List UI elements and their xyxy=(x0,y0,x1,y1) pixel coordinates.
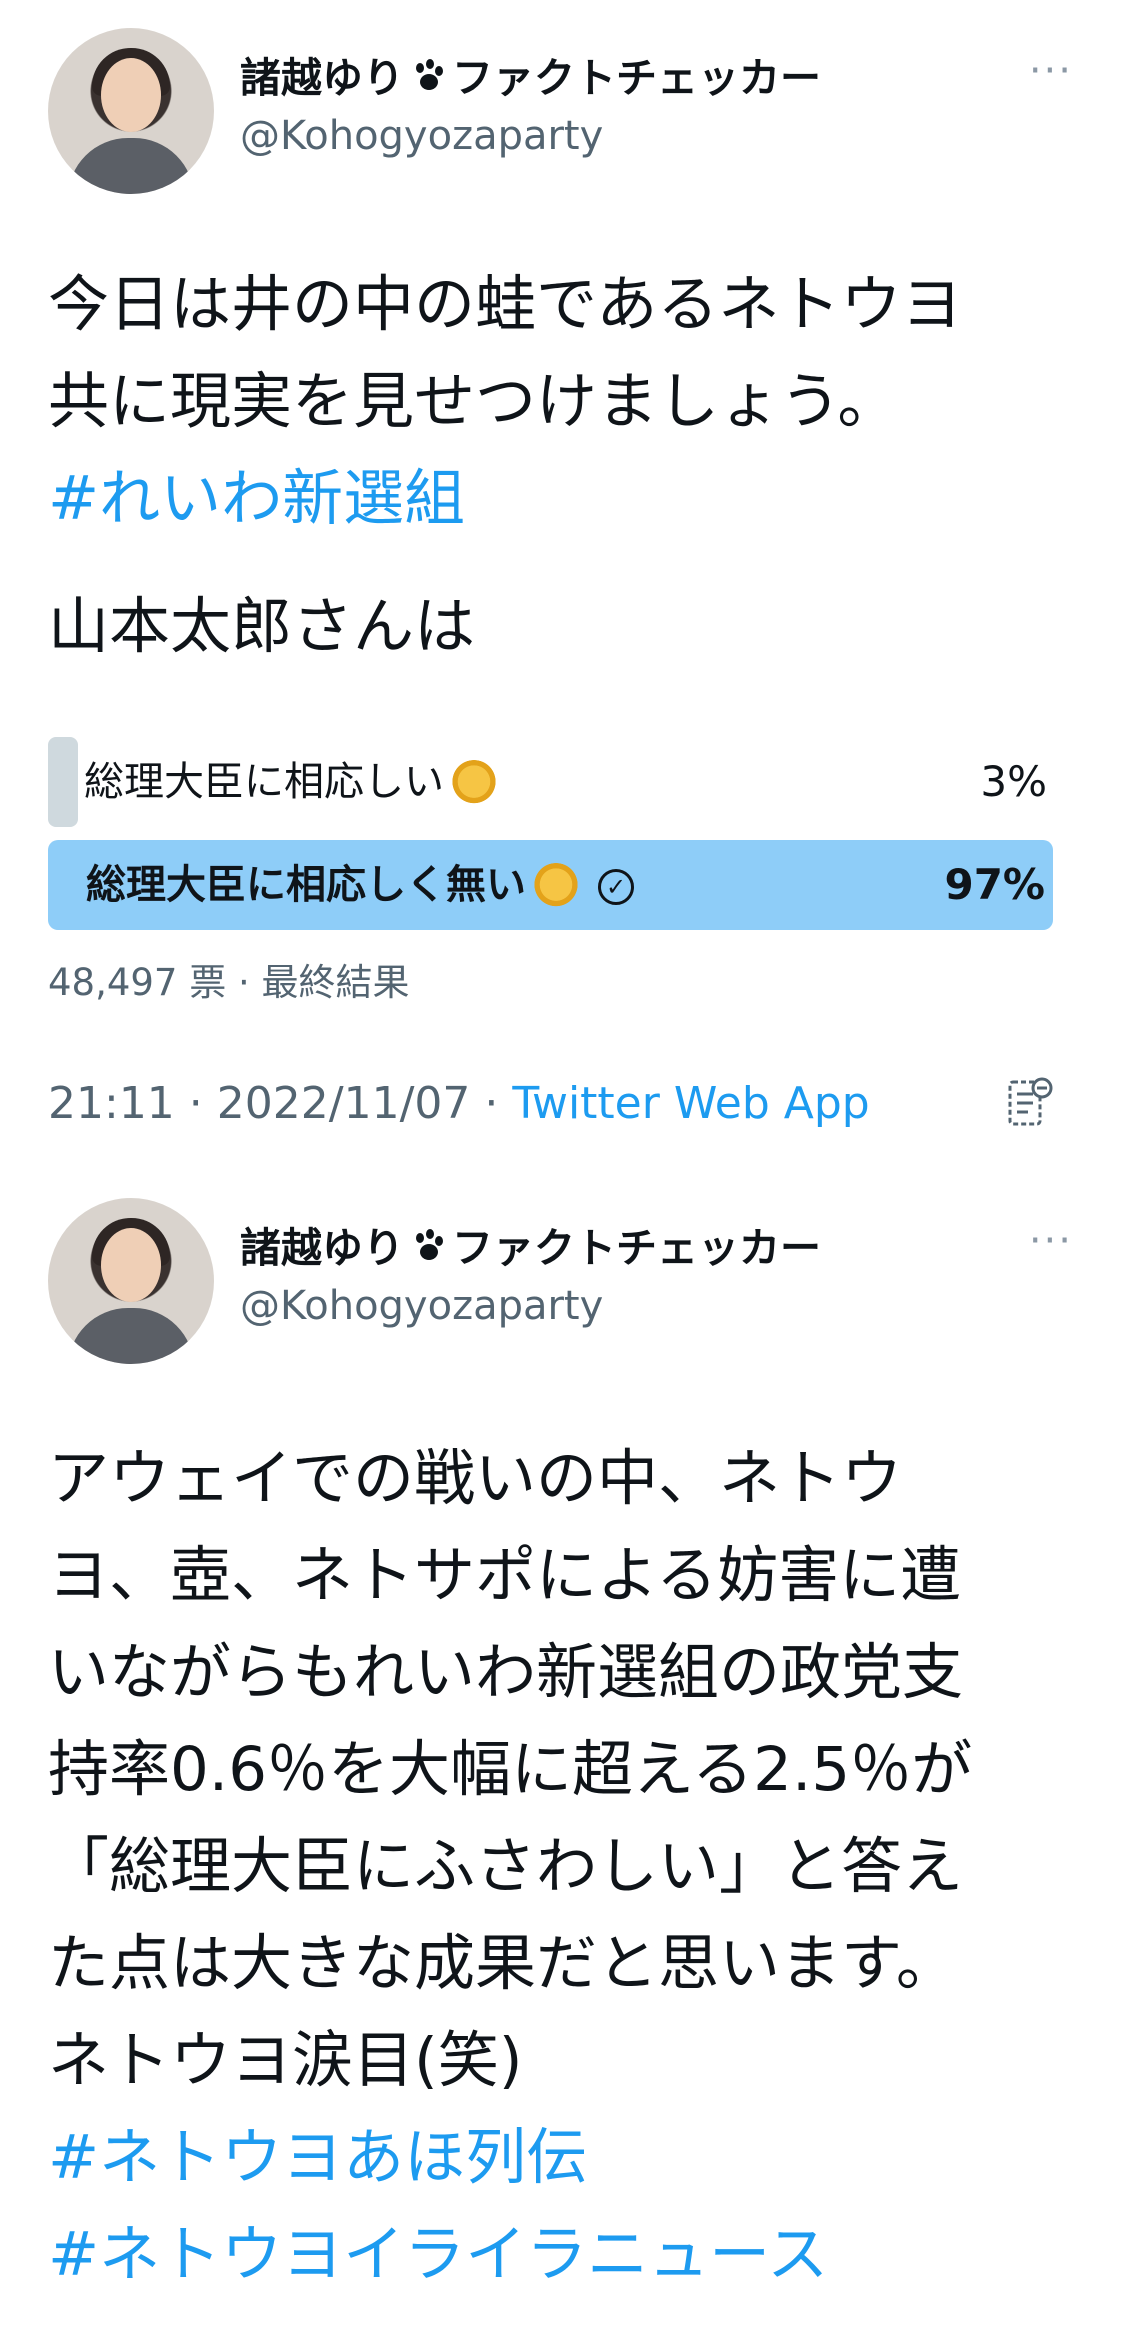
tweet-source-app[interactable]: Twitter Web App xyxy=(512,1078,869,1129)
tweet-text: 今日は井の中の蛙であるネトウヨ 共に現実を見せつけましょう。 #れいわ新選組 xyxy=(48,256,1088,547)
check-circle-icon: ✓ xyxy=(598,869,634,905)
more-options-icon[interactable]: ··· xyxy=(1029,48,1073,94)
analytics-icon[interactable] xyxy=(1006,1076,1054,1130)
tweet-line: 今日は井の中の蛙であるネトウヨ xyxy=(48,269,963,340)
avatar[interactable] xyxy=(48,1198,214,1364)
paw-prints-icon xyxy=(416,1229,443,1260)
poll-meta: 48,497 票 · 最終結果 xyxy=(48,961,410,1004)
display-name-part: 諸越ゆり xyxy=(240,54,404,102)
display-name-part: 諸越ゆり xyxy=(240,1224,404,1272)
tweet-line: ヨ、壺、ネトサポによる妨害に遭 xyxy=(48,1540,962,1611)
tweet-line: た点は大きな成果だと思います。 xyxy=(48,1928,957,1999)
user-handle[interactable]: @Kohogyozaparty xyxy=(240,1283,603,1329)
hashtag-link[interactable]: #ネトウヨあほ列伝 xyxy=(48,2109,1088,2206)
poll-option-label: 総理大臣に相応しい xyxy=(84,737,498,827)
poll-vote-count: 48,497 票 xyxy=(48,961,227,1004)
more-options-icon[interactable]: ··· xyxy=(1029,1218,1073,1264)
poll-option-percent: 97% xyxy=(944,860,1045,909)
poll-question: 山本太郎さんは xyxy=(48,591,476,662)
tweet-timestamp: 21:11 · 2022/11/07 · Twitter Web App xyxy=(48,1078,870,1129)
paw-prints-icon xyxy=(416,59,443,90)
tweet-line: 共に現実を見せつけましょう。 xyxy=(48,366,899,437)
poll-status: 最終結果 xyxy=(261,961,410,1004)
hashtag-link[interactable]: #ネトウヨイライラニュース xyxy=(48,2206,1088,2303)
person-gesturing-ok-icon xyxy=(450,760,498,808)
tweet-line: いながらもれいわ新選組の政党支 xyxy=(48,1637,964,1708)
display-name[interactable]: 諸越ゆり ファクトチェッカー xyxy=(240,1214,821,1274)
avatar[interactable] xyxy=(48,28,214,194)
user-handle[interactable]: @Kohogyozaparty xyxy=(240,113,603,159)
poll-option-percent: 3% xyxy=(980,757,1047,806)
tweet-text: アウェイでの戦いの中、ネトウ ヨ、壺、ネトサポによる妨害に遭 いながらもれいわ新… xyxy=(48,1430,1088,2303)
tweet-line: アウェイでの戦いの中、ネトウ xyxy=(48,1443,903,1514)
display-name-part: ファクトチェッカー xyxy=(452,54,821,102)
tweet-line: ネトウヨ涙目(笑) xyxy=(48,2025,523,2096)
poll-option: 総理大臣に相応しい 3% xyxy=(48,737,1053,827)
person-gesturing-no-icon xyxy=(532,863,580,911)
tweet-line: 持率0.6％を大幅に超える2.5％が xyxy=(48,1734,973,1805)
display-name[interactable]: 諸越ゆり ファクトチェッカー xyxy=(240,44,821,104)
display-name-part: ファクトチェッカー xyxy=(452,1224,821,1272)
tweet-time[interactable]: 21:11 xyxy=(48,1078,175,1129)
poll-option-label: 総理大臣に相応しく無い ✓ xyxy=(86,840,634,930)
poll-result-bar xyxy=(48,737,78,827)
tweet-date[interactable]: 2022/11/07 xyxy=(217,1078,471,1129)
tweet-line: 「総理大臣にふさわしい」と答え xyxy=(48,1831,964,1902)
poll-option-winner: 総理大臣に相応しく無い ✓ 97% xyxy=(48,840,1053,930)
hashtag-link[interactable]: #れいわ新選組 xyxy=(48,450,1088,547)
